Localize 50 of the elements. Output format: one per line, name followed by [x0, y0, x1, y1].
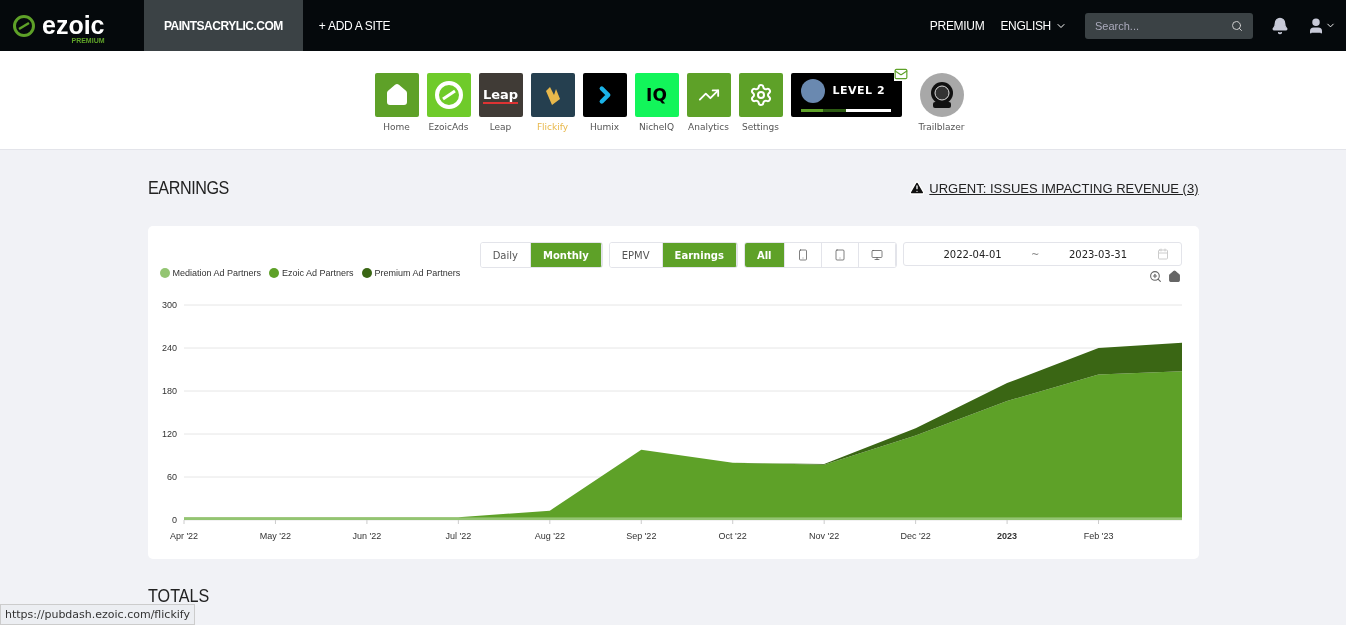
home-icon[interactable] — [1167, 270, 1181, 283]
calendar-icon — [1156, 248, 1169, 260]
axis-label: 0 — [171, 515, 177, 525]
legend-item[interactable]: Ezoic Ad Partners — [269, 268, 354, 278]
logo-icon — [12, 13, 36, 38]
ring-logo-icon — [433, 80, 464, 110]
axis-label: 180 — [161, 386, 177, 396]
alert-link[interactable]: URGENT: ISSUES IMPACTING REVENUE (3) — [909, 180, 1199, 196]
leap-logo: Leap — [482, 86, 519, 104]
axis-label: Feb '23 — [1083, 531, 1113, 541]
axis-label: Jul '22 — [445, 531, 471, 541]
trailblazer-link[interactable]: Trailblazer — [911, 73, 972, 149]
axis-label: 60 — [166, 472, 177, 482]
iq-logo: IQ — [646, 85, 667, 105]
axis-label: 120 — [161, 429, 177, 439]
warning-icon — [909, 180, 926, 196]
legend-item[interactable]: Mediation Ad Partners — [159, 268, 262, 278]
axis-label: Dec '22 — [900, 531, 931, 541]
axis-label: Aug '22 — [534, 531, 565, 541]
bell-icon[interactable] — [1271, 16, 1289, 35]
axis-label: Sep '22 — [625, 531, 656, 541]
search-field[interactable]: Search... — [1085, 12, 1253, 39]
user-menu-icon[interactable] — [1307, 16, 1336, 35]
gear-icon — [748, 83, 773, 107]
toggle-button[interactable]: EPMV — [609, 243, 663, 267]
axis-label: May '22 — [259, 531, 291, 541]
axis-label: Apr '22 — [169, 531, 198, 541]
zoom-icon[interactable] — [1148, 270, 1162, 283]
site-tab[interactable]: PAINTSACRYLIC.COM — [144, 0, 303, 51]
toggle-button[interactable]: Daily — [480, 243, 531, 267]
axis-label: 240 — [161, 343, 177, 353]
level-label: LEVEL 2 — [832, 84, 886, 97]
premium-link[interactable]: PREMIUM — [921, 18, 993, 33]
level-badge[interactable]: LEVEL 2 — [790, 73, 902, 117]
mail-icon[interactable] — [893, 67, 908, 81]
axis-label: Jun '22 — [352, 531, 381, 541]
axis-label: 300 — [161, 300, 177, 310]
axis-label: Nov '22 — [808, 531, 839, 541]
date-range-field[interactable]: 2022-04-01 ~ 2023-03-31 — [902, 242, 1182, 266]
home-icon — [384, 83, 409, 107]
section-title: EARNINGS — [147, 177, 229, 199]
avatar — [800, 78, 825, 103]
section-title: TOTALS — [147, 585, 210, 607]
status-url: https://pubdash.ezoic.com/flickify — [0, 604, 195, 625]
axis-label: 2023 — [996, 531, 1017, 541]
add-site-link[interactable]: + ADD A SITE — [302, 18, 407, 33]
axis-label: Oct '22 — [718, 531, 747, 541]
language-dropdown[interactable]: ENGLISH — [992, 18, 1075, 33]
legend-item[interactable]: Premium Ad Partners — [361, 268, 461, 278]
search-icon — [1231, 19, 1243, 32]
